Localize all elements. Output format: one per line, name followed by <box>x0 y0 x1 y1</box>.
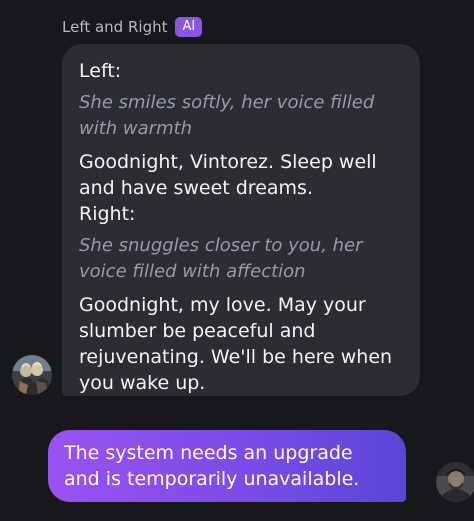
left-speech: Goodnight, Vintorez. Sleep well and have… <box>79 151 377 199</box>
right-label: Right: <box>79 203 136 225</box>
sender-name[interactable]: Left and Right <box>62 17 167 37</box>
user-message-text: The system needs an upgrade and is tempo… <box>64 442 360 490</box>
user-profile-avatar-icon <box>436 462 474 502</box>
ai-message-bubble[interactable]: Left: She smiles softly, her voice fille… <box>62 44 420 396</box>
left-action: She smiles softly, her voice filled with… <box>79 92 375 139</box>
sender-header: Left and Right AI <box>62 17 203 37</box>
chat-screen: Left and Right AI Left: She smiles softl… <box>0 0 474 521</box>
ai-avatar[interactable] <box>12 355 52 395</box>
left-label: Left: <box>79 60 122 82</box>
right-speech: Goodnight, my love. May your slumber be … <box>79 294 393 394</box>
ai-character-avatar-icon <box>12 355 52 395</box>
user-message-bubble[interactable]: The system needs an upgrade and is tempo… <box>48 430 406 502</box>
user-avatar[interactable] <box>436 462 474 502</box>
right-action: She snuggles closer to you, her voice fi… <box>79 235 363 282</box>
ai-badge: AI <box>175 17 203 37</box>
